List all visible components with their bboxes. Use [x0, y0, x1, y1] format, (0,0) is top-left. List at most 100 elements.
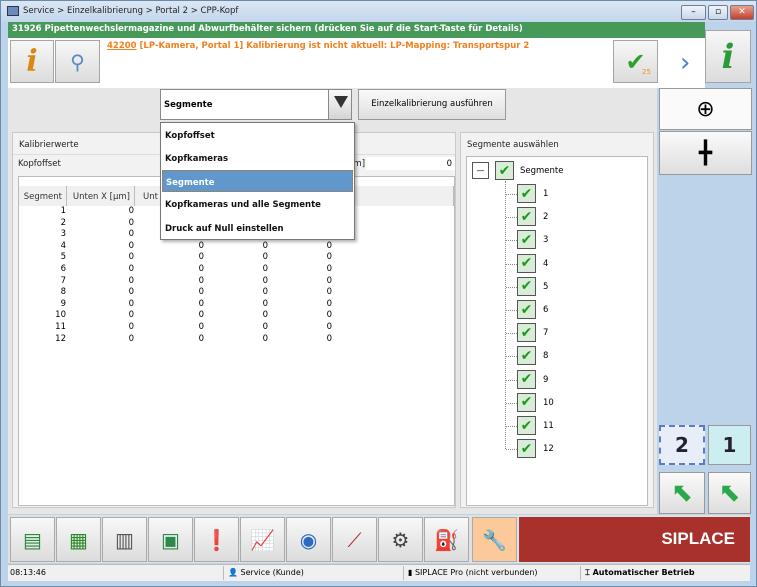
table-row[interactable]: 80000	[18, 287, 348, 299]
calibration-view-button[interactable]: ⊕	[659, 88, 752, 130]
kopfoffset-value: 0	[366, 157, 455, 170]
table-row[interactable]: 10 0 0 0 0	[18, 310, 348, 322]
tree-root-label: Segmente	[520, 166, 564, 176]
segment-checkbox[interactable]: ✔	[517, 416, 536, 435]
calibration-panel-title: Kalibrierwerte	[19, 140, 79, 150]
table-row[interactable]: 90000	[18, 299, 348, 311]
transfer-left-button[interactable]: ⬉	[659, 472, 705, 514]
segment-checkbox[interactable]: ✔	[517, 392, 536, 412]
tool-button-grid[interactable]: ▦	[56, 517, 101, 562]
segment-checkbox[interactable]: ✔	[517, 300, 536, 319]
value-cell: 0	[326, 322, 332, 332]
error-message[interactable]: 42200 [LP-Kamera, Portal 1] Kalibrierung…	[107, 41, 529, 51]
calibration-type-select[interactable]: Segmente	[160, 89, 352, 120]
siplace-logo: SIPLACE	[519, 517, 750, 562]
dropdown-item-kopfoffset[interactable]: Kopfoffset	[162, 124, 353, 146]
segment-label: 7	[543, 328, 549, 339]
table-row[interactable]: 60000	[18, 264, 348, 276]
status-pro: SIPLACE Pro (nicht verbunden)	[414, 568, 538, 577]
tool-button-nozzle[interactable]: ⟋	[332, 517, 377, 562]
value-cell: 0	[326, 287, 332, 298]
value-cell: 0	[326, 298, 332, 309]
column-header[interactable]: Unten X [µm]	[67, 186, 135, 206]
breadcrumb: Service > Einzelkalibrierung > Portal 2 …	[23, 6, 239, 16]
value-cell: 0	[326, 240, 332, 251]
tool-button-camera[interactable]: ◉	[286, 517, 331, 562]
segment-checkbox[interactable]: ✔	[517, 276, 536, 296]
error-text: [LP-Kamera, Portal 1] Kalibrierung ist n…	[136, 41, 530, 51]
oil-can-icon: ⛽	[434, 527, 459, 552]
segment-checkbox[interactable]: ✔	[517, 230, 536, 250]
grid-icon: ▦	[69, 527, 88, 552]
dropdown-item-kopfkameras[interactable]: Kopfkameras	[162, 147, 353, 169]
arrow-right-icon: ›	[680, 48, 691, 78]
status-mode: Automatischer Betrieb	[592, 568, 695, 577]
segment-checkbox[interactable]: ✔	[517, 323, 536, 343]
table-row[interactable]: 40000	[18, 241, 348, 253]
ruler-cross-icon: ╋	[698, 140, 713, 166]
minimize-button[interactable]: –	[681, 5, 706, 20]
segment-label: 9	[543, 374, 549, 385]
search-button[interactable]: ⚲	[55, 40, 100, 83]
stack-icon: ▤	[23, 527, 42, 552]
table-row[interactable]: 11 0 0 0 0	[18, 322, 348, 334]
segment-label: 11	[543, 421, 554, 431]
dropdown-toggle-button[interactable]	[328, 89, 352, 120]
title-bar: Service > Einzelkalibrierung > Portal 2 …	[1, 1, 756, 22]
tool-button-chart[interactable]: 📈	[240, 517, 285, 562]
segment-checkbox[interactable]: ✔	[517, 369, 536, 389]
root-checkbox[interactable]: ✔	[495, 161, 514, 180]
tool-button-manual[interactable]: ⚙	[378, 517, 423, 562]
nozzle-icon: ⟋	[347, 527, 362, 552]
table-row[interactable]: 50000	[18, 252, 348, 264]
dropdown-item-segmente[interactable]: Segmente	[162, 170, 353, 192]
green-arrow-icon: ⬉	[671, 478, 693, 508]
maximize-button[interactable]: ▫	[708, 5, 728, 20]
run-calibration-button[interactable]: Einzelkalibrierung ausführen	[358, 89, 506, 120]
segment-checkbox[interactable]: ✔	[517, 184, 536, 203]
tool-button-board[interactable]: ▣	[148, 517, 193, 562]
segment-checkbox[interactable]: ✔	[517, 346, 536, 366]
crosshair-gauge-icon: ⊕	[696, 96, 715, 122]
info-button[interactable]: i	[10, 40, 54, 83]
column-header[interactable]: Segment	[19, 186, 67, 206]
acknowledge-button[interactable]: ✔ 25	[613, 40, 658, 83]
board-icon: ▣	[161, 527, 180, 552]
chart-icon: 📈	[250, 527, 275, 552]
select-value: Segmente	[164, 100, 213, 110]
tool-button-stack[interactable]: ▤	[10, 517, 55, 562]
app-icon	[7, 6, 19, 16]
segment-checkbox[interactable]: ✔	[517, 439, 536, 459]
status-bar: 08:13:46 👤 Service (Kunde) ▮ SIPLACE Pro…	[8, 564, 750, 581]
tool-button-service[interactable]: 🔧	[472, 517, 517, 562]
check-count-badge: 25	[642, 68, 651, 76]
segment-checkbox[interactable]: ✔	[517, 207, 536, 227]
segment-checkbox[interactable]: ✔	[517, 253, 536, 273]
dropdown-item-kopfkameras-segmente[interactable]: Kopfkameras und alle Segmente	[162, 193, 353, 215]
ruler-view-button[interactable]: ╋	[659, 131, 752, 175]
info-green-button[interactable]: i	[705, 30, 751, 83]
collapse-toggle[interactable]: —	[472, 162, 489, 179]
portal-2-button[interactable]: 2	[659, 425, 705, 465]
value-cell: 0	[326, 264, 332, 274]
segments-tree	[466, 156, 648, 506]
value-cell: 0	[326, 310, 332, 321]
segment-label: 5	[543, 281, 549, 292]
segment-label: 6	[543, 305, 549, 315]
dropdown-item-druck-null[interactable]: Druck auf Null einstellen	[162, 217, 353, 239]
info-icon: i	[26, 44, 38, 79]
table-row[interactable]: 12 0 0 0 0	[18, 334, 348, 346]
close-button[interactable]: ✕	[730, 5, 754, 20]
tool-button-levels[interactable]: ▥	[102, 517, 147, 562]
tool-button-alerts[interactable]: ❗	[194, 517, 239, 562]
error-code-link[interactable]: 42200	[107, 41, 137, 51]
mode-icon: ⌶	[585, 568, 593, 577]
segment-label: 10	[543, 397, 554, 408]
hand-gear-icon: ⚙	[391, 527, 410, 552]
transfer-right-button[interactable]: ⬉	[708, 472, 751, 514]
alert-bar[interactable]: 31926 Pipettenwechslermagazine und Abwur…	[8, 22, 705, 38]
segment-label: 2	[543, 212, 549, 223]
table-row[interactable]: 70000	[18, 276, 348, 288]
portal-1-button[interactable]: 1	[708, 425, 751, 465]
tool-button-oil[interactable]: ⛽	[424, 517, 469, 562]
